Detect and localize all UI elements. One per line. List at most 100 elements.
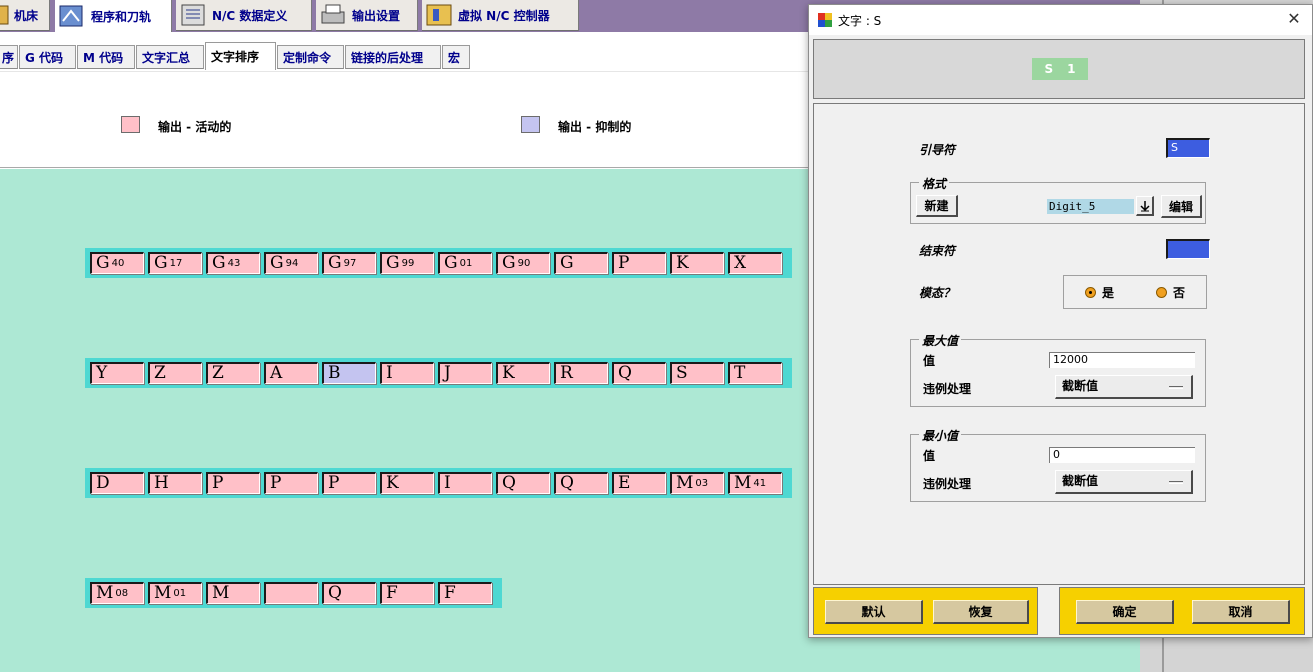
word-letter: Q bbox=[502, 473, 516, 493]
word-block[interactable]: G 97 bbox=[322, 252, 376, 274]
word-block[interactable]: Q bbox=[322, 582, 376, 604]
min-violation-dropdown[interactable]: 截断值 bbox=[1055, 470, 1193, 494]
dialog-title-bar: 文字 : S ✕ bbox=[809, 5, 1312, 35]
edit-format-button[interactable]: 编辑 bbox=[1161, 195, 1202, 218]
word-block[interactable]: R bbox=[554, 362, 608, 384]
word-block[interactable]: M 08 bbox=[90, 582, 144, 604]
word-block[interactable]: J bbox=[438, 362, 492, 384]
word-block[interactable]: X bbox=[728, 252, 782, 274]
word-block[interactable]: G 17 bbox=[148, 252, 202, 274]
ok-button[interactable]: 确定 bbox=[1076, 600, 1174, 624]
word-block[interactable]: P bbox=[206, 472, 260, 494]
word-block[interactable]: Q bbox=[554, 472, 608, 494]
tab-macro[interactable]: 宏 bbox=[442, 45, 470, 69]
word-code: 43 bbox=[227, 258, 241, 269]
max-value-label: 值 bbox=[923, 354, 936, 368]
word-block[interactable]: S bbox=[670, 362, 724, 384]
word-block[interactable]: P bbox=[264, 472, 318, 494]
word-letter: X bbox=[734, 253, 747, 273]
tab-linked-posts[interactable]: 链接的后处理 bbox=[345, 45, 441, 69]
word-block[interactable]: F bbox=[380, 582, 434, 604]
modal-no-radio[interactable] bbox=[1156, 287, 1167, 298]
tab-word-summary-label: 文字汇总 bbox=[142, 50, 191, 65]
leader-field[interactable]: S bbox=[1166, 138, 1210, 158]
word-block[interactable]: M 03 bbox=[670, 472, 724, 494]
word-block[interactable]: M 01 bbox=[148, 582, 202, 604]
modal-yes-radio[interactable] bbox=[1085, 287, 1096, 298]
word-block[interactable]: M bbox=[206, 582, 260, 604]
word-row: G 40 G 17 G 43 G 94 G 97 G 99 G 01 G 90 G P K X bbox=[85, 248, 792, 278]
word-block[interactable]: G 01 bbox=[438, 252, 492, 274]
word-block[interactable]: M 41 bbox=[728, 472, 782, 494]
word-block[interactable]: P bbox=[612, 252, 666, 274]
word-block[interactable]: I bbox=[438, 472, 492, 494]
tab-program[interactable]: 程序和刀轨 bbox=[55, 0, 172, 32]
dropdown-indicator-icon bbox=[1169, 481, 1183, 484]
word-block[interactable]: Z bbox=[148, 362, 202, 384]
word-block[interactable]: Q bbox=[612, 362, 666, 384]
word-block[interactable]: Z bbox=[206, 362, 260, 384]
word-block[interactable]: G 99 bbox=[380, 252, 434, 274]
dialog-title: 文字 : S bbox=[838, 13, 882, 28]
tab-virtual-controller-label: 虚拟 N/C 控制器 bbox=[458, 8, 550, 23]
default-button[interactable]: 默认 bbox=[825, 600, 923, 624]
word-letter: E bbox=[618, 473, 631, 493]
tab-word-sequencing[interactable]: 文字排序 bbox=[205, 42, 276, 70]
dropdown-indicator-icon bbox=[1169, 386, 1183, 389]
word-block[interactable]: T bbox=[728, 362, 782, 384]
tab-custom-commands[interactable]: 定制命令 bbox=[277, 45, 344, 69]
word-block[interactable]: G 90 bbox=[496, 252, 550, 274]
word-block[interactable]: G 94 bbox=[264, 252, 318, 274]
word-letter: R bbox=[560, 363, 573, 383]
word-letter: M bbox=[154, 583, 172, 603]
word-letter: I bbox=[386, 363, 393, 383]
word-block[interactable]: G 40 bbox=[90, 252, 144, 274]
tab-nc-data[interactable]: N/C 数据定义 bbox=[176, 0, 312, 31]
tab-m-codes[interactable]: M 代码 bbox=[77, 45, 135, 69]
word-letter: M bbox=[734, 473, 752, 493]
controller-icon bbox=[424, 2, 454, 28]
tab-machine[interactable]: 机床 bbox=[0, 0, 50, 31]
tab-g-codes[interactable]: G 代码 bbox=[19, 45, 76, 69]
new-format-button[interactable]: 新建 bbox=[916, 195, 958, 217]
close-icon[interactable]: ✕ bbox=[1286, 11, 1302, 27]
word-block[interactable] bbox=[264, 582, 318, 604]
word-block[interactable]: Q bbox=[496, 472, 550, 494]
word-block[interactable]: E bbox=[612, 472, 666, 494]
word-block[interactable]: D bbox=[90, 472, 144, 494]
tab-virtual-controller[interactable]: 虚拟 N/C 控制器 bbox=[422, 0, 579, 31]
word-block[interactable]: K bbox=[670, 252, 724, 274]
tab-output-settings[interactable]: 输出设置 bbox=[316, 0, 418, 31]
dialog-footer-left: 默认 恢复 bbox=[813, 587, 1038, 635]
tab-word-summary[interactable]: 文字汇总 bbox=[136, 45, 204, 69]
cancel-button[interactable]: 取消 bbox=[1192, 600, 1290, 624]
word-letter: G bbox=[270, 253, 284, 273]
restore-button[interactable]: 恢复 bbox=[933, 600, 1029, 624]
word-preview-area: S 1 bbox=[813, 39, 1305, 99]
word-block[interactable]: P bbox=[322, 472, 376, 494]
word-block[interactable]: G 43 bbox=[206, 252, 260, 274]
word-parameters-panel: 引导符 S 格式 新建 Digit_5 编辑 结束符 模态？ 是 否 最大值 值… bbox=[813, 103, 1305, 585]
word-block[interactable]: Y bbox=[90, 362, 144, 384]
tab-program-label: 程序和刀轨 bbox=[91, 9, 152, 24]
word-block[interactable]: K bbox=[380, 472, 434, 494]
word-block[interactable]: B bbox=[322, 362, 376, 384]
word-block[interactable]: I bbox=[380, 362, 434, 384]
min-violation-label: 违例处理 bbox=[923, 477, 972, 491]
format-dropdown-icon[interactable] bbox=[1136, 196, 1154, 216]
min-value-input[interactable]: 0 bbox=[1049, 447, 1195, 463]
word-letter: F bbox=[444, 583, 456, 603]
word-block[interactable]: K bbox=[496, 362, 550, 384]
word-block[interactable]: F bbox=[438, 582, 492, 604]
trailer-field[interactable] bbox=[1166, 239, 1210, 259]
format-value[interactable]: Digit_5 bbox=[1047, 199, 1134, 214]
max-violation-dropdown[interactable]: 截断值 bbox=[1055, 375, 1193, 399]
max-value-input[interactable]: 12000 bbox=[1049, 352, 1195, 368]
word-block[interactable]: A bbox=[264, 362, 318, 384]
word-letter: I bbox=[444, 473, 451, 493]
word-block[interactable]: H bbox=[148, 472, 202, 494]
word-block[interactable]: G bbox=[554, 252, 608, 274]
tab-sequence[interactable]: 序 bbox=[0, 45, 18, 69]
word-code: 99 bbox=[401, 258, 415, 269]
word-letter: Q bbox=[618, 363, 632, 383]
